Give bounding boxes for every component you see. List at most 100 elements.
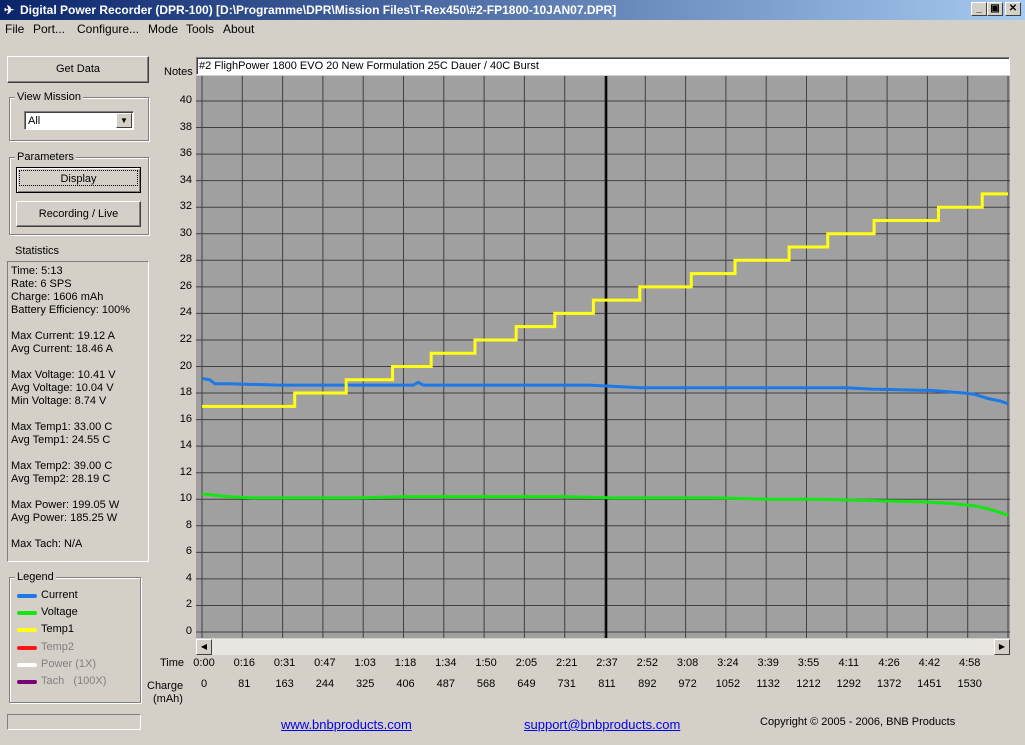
charge-tick-label: 325 (356, 678, 375, 690)
charge-tick-label: 244 (315, 678, 335, 690)
menu-about[interactable]: About (223, 22, 254, 36)
time-tick-label: 0:16 (233, 657, 256, 669)
menu-tools[interactable]: Tools (186, 22, 214, 36)
time-tick-label: 1:18 (394, 657, 417, 669)
view-mission-select[interactable]: All ▼ (24, 111, 134, 130)
view-mission-value: All (28, 115, 41, 127)
chart-scrollbar[interactable]: ◀ ▶ (196, 639, 1010, 655)
charge-axis-unit: (mAh) (153, 693, 183, 705)
title-bar: ✈ Digital Power Recorder (DPR-100) [D:\P… (0, 0, 1025, 20)
stat-max-voltage: Max Voltage: 10.41 V (11, 369, 116, 381)
charge-tick-label: 1292 (836, 678, 862, 690)
parameters-label: Parameters (15, 151, 76, 163)
website-link[interactable]: www.bnbproducts.com (281, 717, 412, 732)
time-axis-caption: Time (160, 657, 185, 669)
charge-tick-label: 568 (476, 678, 496, 690)
menu-port[interactable]: Port... (33, 22, 65, 36)
charge-axis-caption: Charge (147, 680, 184, 692)
time-tick-label: 1:03 (354, 657, 376, 669)
stat-charge: Charge: 1606 mAh (11, 291, 104, 303)
scroll-left-icon[interactable]: ◀ (196, 639, 212, 655)
y-tick-label: 32 (179, 200, 192, 213)
time-tick-label: 4:42 (918, 657, 941, 669)
legend-label-power: Power (1X) (41, 658, 97, 670)
legend-swatch-current (17, 594, 37, 598)
legend-group: Current Voltage Temp1 Temp2 Power (1X) T… (9, 577, 141, 703)
time-tick-label: 0:47 (314, 657, 336, 669)
time-tick-label: 2:21 (555, 657, 578, 669)
chart-background (196, 76, 1010, 638)
y-tick-label: 12 (179, 465, 192, 478)
display-button[interactable]: Display (16, 167, 141, 193)
data-chart (196, 76, 1010, 638)
window-title: Digital Power Recorder (DPR-100) [D:\Pro… (20, 3, 617, 17)
time-tick-label: 1:50 (475, 657, 497, 669)
charge-tick-label: 972 (678, 678, 697, 690)
y-tick-label: 24 (179, 306, 192, 319)
statistics-panel: Time: 5:13 Rate: 6 SPS Charge: 1606 mAh … (7, 261, 149, 562)
stat-avg-temp2: Avg Temp2: 28.19 C (11, 473, 111, 485)
time-tick-label: 3:39 (757, 657, 779, 669)
legend-label-tach: Tach (100X) (41, 675, 107, 687)
time-tick-label: 4:58 (958, 657, 981, 669)
y-tick-label: 4 (185, 571, 192, 584)
y-tick-label: 2 (185, 598, 192, 611)
legend-label-current: Current (41, 589, 78, 601)
y-tick-label: 38 (179, 120, 192, 133)
y-tick-label: 0 (185, 625, 192, 637)
charge-tick-label: 1052 (715, 678, 741, 690)
legend-label-voltage: Voltage (41, 606, 78, 618)
charge-tick-label: 892 (638, 678, 657, 690)
menu-mode[interactable]: Mode (148, 22, 178, 36)
charge-tick-label: 811 (598, 678, 616, 690)
time-tick-label: 3:24 (717, 657, 739, 669)
chevron-down-icon[interactable]: ▼ (116, 113, 132, 128)
scroll-right-icon[interactable]: ▶ (994, 639, 1010, 655)
maximize-button[interactable]: ▣ (987, 2, 1003, 16)
y-tick-label: 40 (179, 94, 192, 106)
notes-label: Notes (164, 66, 193, 78)
stat-min-voltage: Min Voltage: 8.74 V (11, 395, 107, 407)
copyright-text: Copyright © 2005 - 2006, BNB Products (760, 716, 956, 728)
charge-tick-label: 0 (200, 678, 208, 690)
stat-max-current: Max Current: 19.12 A (11, 330, 115, 342)
notes-field[interactable]: #2 FlighPower 1800 EVO 20 New Formulatio… (196, 57, 1010, 75)
legend-label: Legend (15, 571, 56, 583)
get-data-button[interactable]: Get Data (7, 56, 149, 83)
stat-time: Time: 5:13 (11, 265, 63, 277)
stat-max-power: Max Power: 199.05 W (11, 499, 120, 511)
stat-max-temp1: Max Temp1: 33.00 C (11, 421, 113, 433)
time-tick-label: 3:55 (797, 657, 820, 669)
charge-tick-label: 1132 (756, 678, 781, 690)
charge-tick-label: 1372 (876, 678, 902, 690)
charge-tick-label: 1212 (796, 678, 821, 690)
stat-rate: Rate: 6 SPS (11, 278, 72, 290)
charge-tick-label: 1530 (957, 678, 982, 690)
menu-configure[interactable]: Configure... (77, 22, 139, 36)
time-tick-label: 3:08 (676, 657, 699, 669)
app-icon: ✈ (4, 3, 15, 17)
charge-tick-label: 649 (517, 678, 536, 690)
minimize-button[interactable]: _ (971, 2, 987, 16)
stat-avg-power: Avg Power: 185.25 W (11, 512, 118, 524)
y-tick-label: 8 (185, 518, 192, 531)
time-tick-label: 2:52 (636, 657, 659, 669)
recording-live-button[interactable]: Recording / Live (16, 201, 141, 227)
legend-label-temp1: Temp1 (41, 623, 75, 635)
y-tick-label: 30 (179, 226, 192, 239)
y-tick-label: 14 (179, 439, 192, 452)
charge-tick-label: 731 (557, 678, 576, 690)
charge-tick-label: 81 (238, 678, 251, 690)
charge-tick-label: 163 (275, 678, 294, 690)
stat-max-temp2: Max Temp2: 39.00 C (11, 460, 113, 472)
y-tick-label: 18 (179, 386, 192, 399)
close-button[interactable]: ✕ (1005, 2, 1021, 16)
view-mission-label: View Mission (15, 91, 83, 103)
y-tick-label: 26 (179, 279, 192, 292)
time-tick-label: 4:26 (878, 657, 900, 669)
support-email-link[interactable]: support@bnbproducts.com (524, 717, 680, 732)
stat-avg-voltage: Avg Voltage: 10.04 V (11, 382, 114, 394)
menu-file[interactable]: File (5, 22, 24, 36)
y-tick-label: 20 (179, 359, 192, 372)
display-button-label: Display (19, 170, 138, 186)
